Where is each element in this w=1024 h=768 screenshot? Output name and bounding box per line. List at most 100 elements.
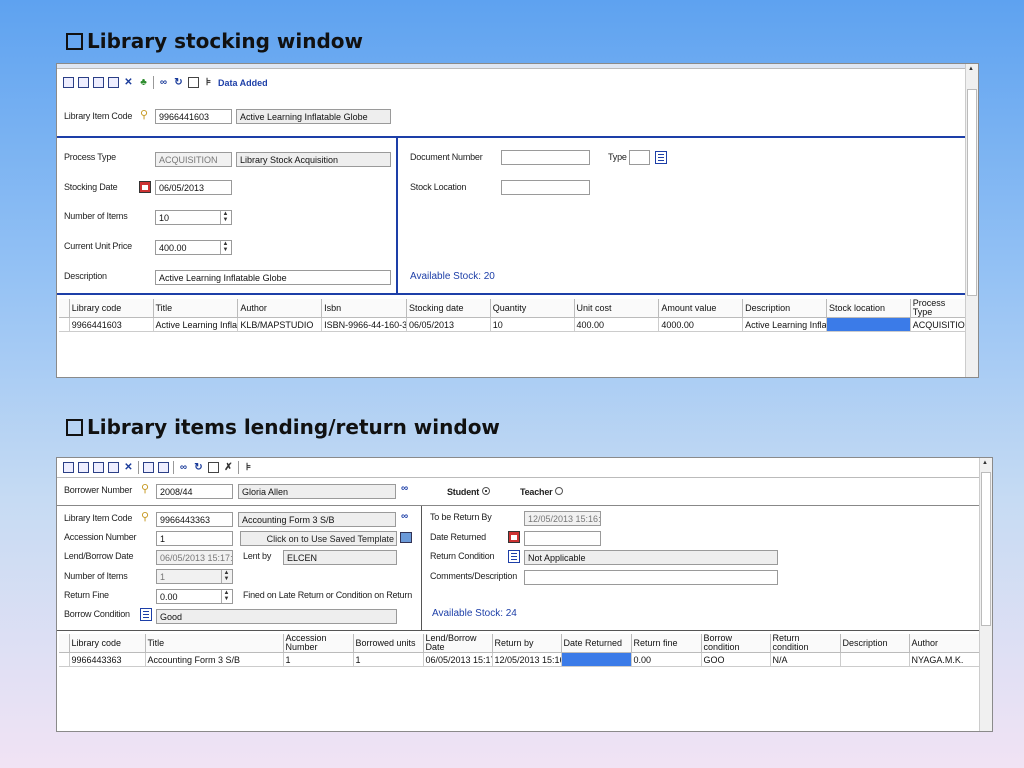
- edit-icon[interactable]: [63, 77, 74, 88]
- copy-icon[interactable]: [93, 77, 104, 88]
- user-icon[interactable]: ♣: [138, 77, 149, 88]
- edit-icon[interactable]: [63, 462, 74, 473]
- table-cell[interactable]: 9966443363: [69, 652, 146, 667]
- scrollbar-thumb[interactable]: [967, 89, 977, 296]
- cancel-icon[interactable]: ✗: [223, 462, 234, 473]
- column-header[interactable]: Title: [153, 299, 239, 318]
- num-items-stepper[interactable]: 1 ▲ ▼: [156, 569, 233, 584]
- delete-icon[interactable]: ✕: [123, 77, 134, 88]
- column-header[interactable]: Return fine: [631, 634, 702, 653]
- date-returned-field[interactable]: [524, 531, 601, 546]
- column-header[interactable]: Unit cost: [574, 299, 660, 318]
- scroll-up-icon[interactable]: ▲: [968, 66, 974, 72]
- blank-page-icon[interactable]: [208, 462, 219, 473]
- delete-icon[interactable]: ✕: [123, 462, 134, 473]
- table-cell[interactable]: N/A: [770, 652, 841, 667]
- stepper-arrows-icon[interactable]: ▲ ▼: [220, 211, 230, 224]
- table-cell[interactable]: ACQUISITION: [910, 317, 967, 332]
- binoculars-icon[interactable]: ∞: [401, 511, 408, 522]
- vertical-scrollbar[interactable]: ▲: [965, 64, 978, 377]
- borrower-number-field[interactable]: 2008/44: [156, 484, 233, 499]
- list-icon[interactable]: [655, 151, 667, 164]
- binoculars-icon[interactable]: ∞: [158, 77, 169, 88]
- table-row[interactable]: 9966443363 Accounting Form 3 S/B 1 1 06/…: [59, 652, 981, 667]
- column-header[interactable]: Date Returned: [561, 634, 632, 653]
- vertical-scrollbar[interactable]: ▲: [979, 458, 992, 731]
- list-icon[interactable]: [508, 550, 520, 563]
- calendar-icon[interactable]: [508, 531, 520, 543]
- saved-template-link[interactable]: Click on to Use Saved Template: [240, 531, 397, 546]
- accession-field[interactable]: 1: [156, 531, 233, 546]
- template-icon[interactable]: [400, 532, 412, 543]
- stepper-arrows-icon[interactable]: ▲ ▼: [220, 241, 230, 254]
- table-cell[interactable]: NYAGA.M.K.: [909, 652, 981, 667]
- teacher-radio[interactable]: Teacher: [520, 487, 564, 497]
- table-cell[interactable]: 4000.00: [658, 317, 744, 332]
- item-code-field[interactable]: 9966441603: [155, 109, 232, 124]
- item-code-field[interactable]: 9966443363: [156, 512, 233, 527]
- stepper-arrows-icon[interactable]: ▲ ▼: [221, 590, 231, 603]
- table-cell[interactable]: Accounting Form 3 S/B: [145, 652, 284, 667]
- column-header[interactable]: Library code: [69, 634, 146, 653]
- copy-icon[interactable]: [93, 462, 104, 473]
- save-icon[interactable]: [78, 77, 89, 88]
- binoculars-icon[interactable]: ∞: [178, 462, 189, 473]
- borrow-condition-field[interactable]: Good: [156, 609, 397, 624]
- binoculars-icon[interactable]: ∞: [401, 483, 408, 494]
- print-icon[interactable]: [108, 462, 119, 473]
- table-cell[interactable]: 10: [490, 317, 575, 332]
- stock-location-field[interactable]: [501, 180, 590, 195]
- tree-icon[interactable]: ⊧: [203, 77, 214, 88]
- search-icon[interactable]: ⚲: [140, 108, 148, 121]
- column-header[interactable]: Title: [145, 634, 284, 653]
- return-condition-field[interactable]: Not Applicable: [524, 550, 778, 565]
- table-cell[interactable]: 06/05/2013: [406, 317, 491, 332]
- table-cell[interactable]: KLB/MAPSTUDIO: [237, 317, 323, 332]
- table-cell[interactable]: 1: [283, 652, 354, 667]
- tree-icon[interactable]: ⊧: [243, 462, 254, 473]
- type-field[interactable]: [629, 150, 650, 165]
- table-cell[interactable]: Active Learning Inflat...: [742, 317, 827, 332]
- column-header[interactable]: Description: [742, 299, 827, 318]
- save-icon[interactable]: [78, 462, 89, 473]
- search-icon[interactable]: ⚲: [141, 510, 149, 523]
- search-icon[interactable]: ⚲: [141, 482, 149, 495]
- column-header[interactable]: Author: [237, 299, 323, 318]
- column-header[interactable]: Return by: [492, 634, 562, 653]
- stocking-date-field[interactable]: 06/05/2013: [155, 180, 232, 195]
- print-icon[interactable]: [108, 77, 119, 88]
- column-header[interactable]: Author: [909, 634, 981, 653]
- table-cell[interactable]: 12/05/2013 15:16: [492, 652, 562, 667]
- table-cell[interactable]: Active Learning Inflat...: [153, 317, 239, 332]
- table-cell[interactable]: ISBN-9966-44-160-3: [321, 317, 407, 332]
- table-cell[interactable]: 1: [353, 652, 424, 667]
- column-header[interactable]: Description: [840, 634, 910, 653]
- radio-selected-icon[interactable]: [482, 487, 491, 495]
- table-cell[interactable]: GOO: [701, 652, 771, 667]
- return-fine-stepper[interactable]: 0.00 ▲ ▼: [156, 589, 233, 604]
- column-header[interactable]: Return condition: [770, 634, 841, 653]
- table-cell-selected[interactable]: [826, 317, 911, 332]
- lend-icon[interactable]: [143, 462, 154, 473]
- doc-number-field[interactable]: [501, 150, 590, 165]
- blank-page-icon[interactable]: [188, 77, 199, 88]
- column-header[interactable]: Accession Number: [283, 634, 354, 653]
- table-cell[interactable]: 9966441603: [69, 317, 154, 332]
- column-header[interactable]: Borrowed units: [353, 634, 424, 653]
- column-header[interactable]: Stock location: [826, 299, 911, 318]
- table-cell[interactable]: 0.00: [631, 652, 702, 667]
- scrollbar-thumb[interactable]: [981, 472, 991, 626]
- table-cell[interactable]: 06/05/2013 15:17: [423, 652, 493, 667]
- table-cell[interactable]: [840, 652, 910, 667]
- unit-price-stepper[interactable]: 400.00 ▲ ▼: [155, 240, 232, 255]
- calendar-icon[interactable]: [139, 181, 151, 193]
- row-selector[interactable]: [59, 317, 70, 332]
- column-header[interactable]: Isbn: [321, 299, 407, 318]
- return-icon[interactable]: [158, 462, 169, 473]
- list-icon[interactable]: [140, 608, 152, 621]
- table-row[interactable]: 9966441603 Active Learning Inflat... KLB…: [59, 317, 967, 332]
- table-cell-selected[interactable]: [561, 652, 632, 667]
- column-header[interactable]: Borrow condition: [701, 634, 771, 653]
- column-header[interactable]: Stocking date: [406, 299, 491, 318]
- stepper-arrows-icon[interactable]: ▲ ▼: [221, 570, 231, 583]
